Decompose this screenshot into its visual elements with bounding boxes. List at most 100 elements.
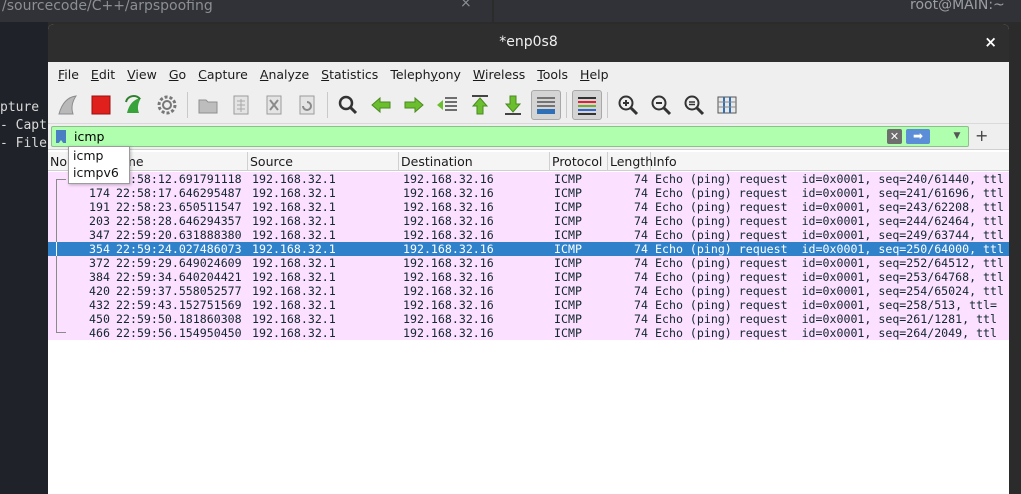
cell-dst: 192.168.32.16 xyxy=(403,326,494,340)
cell-time: 22:58:17.646295487 xyxy=(116,186,242,200)
cell-info: Echo (ping) request id=0x0001, seq=253/6… xyxy=(655,270,1005,284)
cell-info: Echo (ping) request id=0x0001, seq=241/6… xyxy=(655,186,1005,200)
table-row[interactable]: 191 22:58:23.650511547 192.168.32.1 192.168… xyxy=(48,200,1009,214)
cell-len: 74 xyxy=(634,256,648,270)
cell-len: 74 xyxy=(634,284,648,298)
autocomplete-option[interactable]: icmpv6 xyxy=(69,164,129,181)
cell-len: 74 xyxy=(634,270,648,284)
column-header-protocol[interactable]: Protocol xyxy=(550,152,608,171)
table-row[interactable]: 432 22:59:43.152751569 192.168.32.1 192.168… xyxy=(48,298,1009,312)
cell-src: 192.168.32.1 xyxy=(252,270,336,284)
cell-len: 74 xyxy=(634,298,648,312)
cell-len: 74 xyxy=(634,200,648,214)
cell-info: Echo (ping) request id=0x0001, seq=264/2… xyxy=(655,326,998,340)
cell-dst: 192.168.32.16 xyxy=(403,186,494,200)
filter-autocomplete-popup: icmp icmpv6 xyxy=(68,146,130,184)
cell-time: 22:59:37.558052577 xyxy=(116,284,242,298)
table-row[interactable]: 22:58:12.691791118 192.168.32.1 192.168.32… xyxy=(48,172,1009,186)
cell-dst: 192.168.32.16 xyxy=(403,298,494,312)
cell-no: 372 xyxy=(89,256,110,270)
table-row[interactable]: 384 22:59:34.640204421 192.168.32.1 192.168… xyxy=(48,270,1009,284)
cell-info: Echo (ping) request id=0x0001, seq=244/6… xyxy=(655,214,1005,228)
cell-time: 22:59:50.181860308 xyxy=(116,312,242,326)
cell-info: Echo (ping) request id=0x0001, seq=249/6… xyxy=(655,228,1005,242)
cell-info: Echo (ping) request id=0x0001, seq=240/6… xyxy=(655,172,1005,186)
cell-info: Echo (ping) request id=0x0001, seq=258/5… xyxy=(655,298,998,312)
cell-no: 191 xyxy=(89,200,110,214)
cell-proto: ICMP xyxy=(554,242,582,256)
cell-proto: ICMP xyxy=(554,214,582,228)
cell-proto: ICMP xyxy=(554,326,582,340)
cell-dst: 192.168.32.16 xyxy=(403,172,494,186)
cell-info: Echo (ping) request id=0x0001, seq=252/6… xyxy=(655,256,1005,270)
cell-time: 22:59:43.152751569 xyxy=(116,298,242,312)
cell-len: 74 xyxy=(634,214,648,228)
cell-no: 174 xyxy=(89,186,110,200)
cell-src: 192.168.32.1 xyxy=(252,200,336,214)
autocomplete-option[interactable]: icmp xyxy=(69,147,129,164)
cell-info: Echo (ping) request id=0x0001, seq=243/6… xyxy=(655,200,1005,214)
table-row[interactable]: 466 22:59:56.154950450 192.168.32.1 192.168… xyxy=(48,326,1009,340)
table-row[interactable]: 420 22:59:37.558052577 192.168.32.1 192.168… xyxy=(48,284,1009,298)
cell-src: 192.168.32.1 xyxy=(252,214,336,228)
table-row[interactable]: 372 22:59:29.649024609 192.168.32.1 192.168… xyxy=(48,256,1009,270)
table-row[interactable]: 354 22:59:24.027486073 192.168.32.1 192.168… xyxy=(48,242,1009,256)
cell-dst: 192.168.32.16 xyxy=(403,200,494,214)
cell-src: 192.168.32.1 xyxy=(252,242,336,256)
cell-dst: 192.168.32.16 xyxy=(403,256,494,270)
cell-len: 74 xyxy=(634,228,648,242)
cell-proto: ICMP xyxy=(554,228,582,242)
cell-proto: ICMP xyxy=(554,298,582,312)
cell-src: 192.168.32.1 xyxy=(252,186,336,200)
cell-src: 192.168.32.1 xyxy=(252,172,336,186)
cell-proto: ICMP xyxy=(554,200,582,214)
terminal-title: root@MAIN:~ xyxy=(910,0,1005,13)
cell-no: 347 xyxy=(89,228,110,242)
background-close-icon[interactable]: × xyxy=(460,0,472,10)
cell-src: 192.168.32.1 xyxy=(252,284,336,298)
background-terminal xyxy=(0,22,48,494)
background-title-text: /sourcecode/C++/arpspoofing xyxy=(2,0,213,14)
cell-no: 466 xyxy=(89,326,110,340)
background-terminal-titlebar: root@MAIN:~ xyxy=(494,0,1021,22)
cell-proto: ICMP xyxy=(554,172,582,186)
cell-info: Echo (ping) request id=0x0001, seq=261/1… xyxy=(655,312,998,326)
cell-dst: 192.168.32.16 xyxy=(403,242,494,256)
cell-time: 22:58:12.691791118 xyxy=(116,172,242,186)
cell-proto: ICMP xyxy=(554,312,582,326)
cell-time: 22:59:34.640204421 xyxy=(116,270,242,284)
packet-list: 22:58:12.691791118 192.168.32.1 192.168.32… xyxy=(48,172,1009,340)
column-header-info[interactable]: Info xyxy=(651,152,1009,171)
cell-len: 74 xyxy=(634,312,648,326)
column-header-source[interactable]: Source xyxy=(248,152,399,171)
cell-proto: ICMP xyxy=(554,270,582,284)
cell-dst: 192.168.32.16 xyxy=(403,312,494,326)
column-header-destination[interactable]: Destination xyxy=(399,152,550,171)
cell-time: 22:59:56.154950450 xyxy=(116,326,242,340)
cell-no: 354 xyxy=(89,242,110,256)
cell-no: 450 xyxy=(89,312,110,326)
cell-no: 384 xyxy=(89,270,110,284)
cell-len: 74 xyxy=(634,242,648,256)
background-window-title: /sourcecode/C++/arpspoofing × xyxy=(0,0,492,22)
cell-src: 192.168.32.1 xyxy=(252,326,336,340)
conversation-tree-line xyxy=(56,179,66,186)
table-row[interactable]: 174 22:58:17.646295487 192.168.32.1 192.168… xyxy=(48,186,1009,200)
cell-time: 22:59:24.027486073 xyxy=(116,242,242,256)
cell-src: 192.168.32.1 xyxy=(252,298,336,312)
background-terminal-text: pture - Capt - File xyxy=(0,100,47,151)
cell-len: 74 xyxy=(634,186,648,200)
table-row[interactable]: 347 22:59:20.631888380 192.168.32.1 192.168… xyxy=(48,228,1009,242)
cell-info: Echo (ping) request id=0x0001, seq=250/6… xyxy=(655,242,1005,256)
table-row[interactable]: 203 22:58:28.646294357 192.168.32.1 192.168… xyxy=(48,214,1009,228)
packet-list-header: No. Time Source Destination Protocol Len… xyxy=(48,152,1009,171)
cell-proto: ICMP xyxy=(554,284,582,298)
cell-dst: 192.168.32.16 xyxy=(403,228,494,242)
cell-proto: ICMP xyxy=(554,186,582,200)
cell-no: 420 xyxy=(89,284,110,298)
cell-src: 192.168.32.1 xyxy=(252,228,336,242)
cell-time: 22:59:29.649024609 xyxy=(116,256,242,270)
cell-time: 22:58:28.646294357 xyxy=(116,214,242,228)
column-header-length[interactable]: Length xyxy=(608,152,653,171)
table-row[interactable]: 450 22:59:50.181860308 192.168.32.1 192.168… xyxy=(48,312,1009,326)
